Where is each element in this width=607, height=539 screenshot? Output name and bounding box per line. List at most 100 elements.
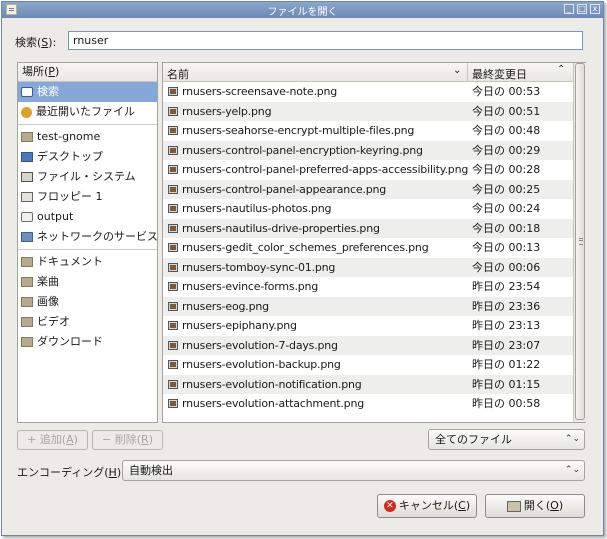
image-file-icon: [168, 126, 178, 135]
place-item-floppy[interactable]: フロッピー 1: [18, 187, 157, 207]
chevron-down-icon[interactable]: ⌄: [453, 65, 461, 76]
file-row[interactable]: rnusers-control-panel-encryption-keyring…: [163, 140, 573, 160]
file-name: rnusers-tomboy-sync-01.png: [182, 260, 336, 274]
folder-icon: [21, 257, 33, 267]
search-label: 検索(S):: [15, 36, 57, 49]
image-file-icon: [168, 379, 178, 389]
file-row[interactable]: rnusers-screensave-note.png 今日の 00:53: [163, 82, 573, 102]
place-item-search[interactable]: 検索: [18, 82, 157, 102]
file-row[interactable]: rnusers-evolution-7-days.png 昨日の 23:07: [163, 335, 573, 355]
file-modified-date: 今日の 00:13: [472, 241, 541, 254]
place-item-output[interactable]: output: [18, 207, 157, 227]
filesystem-icon: [21, 172, 33, 182]
file-row[interactable]: rnusers-evolution-attachment.png 昨日の 00:5…: [163, 394, 573, 414]
place-item-documents[interactable]: ドキュメント: [18, 252, 157, 272]
file-name: rnusers-evolution-attachment.png: [182, 397, 364, 410]
vertical-scrollbar[interactable]: [573, 63, 586, 422]
file-modified-date: 今日の 00:28: [472, 163, 541, 176]
place-item-videos[interactable]: ビデオ: [18, 312, 157, 332]
image-file-icon: [168, 282, 178, 291]
folder-icon: [21, 317, 33, 327]
recent-icon: [21, 106, 32, 118]
file-row[interactable]: rnusers-eog.png 昨日の 23:36: [163, 296, 573, 316]
encoding-label: エンコーディング(H):: [17, 466, 125, 479]
image-file-icon: [168, 360, 178, 369]
search-icon: [21, 87, 33, 97]
image-file-icon: [168, 145, 178, 155]
home-folder-icon: [21, 132, 33, 142]
encoding-select[interactable]: 自動検出 ⌃⌄: [122, 460, 585, 481]
file-row[interactable]: rnusers-gedit_color_schemes_preferences.…: [163, 238, 573, 258]
file-name: rnusers-seahorse-encrypt-multiple-files.…: [182, 124, 415, 137]
file-name: rnusers-screensave-note.png: [182, 85, 338, 98]
file-name: rnusers-evolution-notification.png: [182, 377, 362, 391]
file-modified-date: 今日の 00:25: [472, 182, 541, 196]
column-divider[interactable]: [467, 63, 468, 81]
file-modified-date: 今日の 00:18: [472, 221, 541, 235]
file-modified-date: 今日の 00:24: [472, 202, 541, 215]
close-button[interactable]: x: [590, 4, 600, 14]
file-name: rnusers-evince-forms.png: [182, 280, 319, 293]
image-file-icon: [168, 340, 178, 350]
image-file-icon: [168, 321, 178, 330]
sort-ascending-icon: ⌃: [557, 64, 566, 75]
folder-icon: [21, 337, 33, 347]
file-row[interactable]: rnusers-evolution-notification.png 昨日の 01…: [163, 374, 573, 394]
places-header[interactable]: 場所(P): [18, 63, 157, 82]
file-row[interactable]: rnusers-epiphany.png 昨日の 23:13: [163, 316, 573, 336]
place-item-music[interactable]: 楽曲: [18, 272, 157, 292]
file-name: rnusers-gedit_color_schemes_preferences.…: [182, 241, 429, 254]
place-item-downloads[interactable]: ダウンロード: [18, 332, 157, 352]
places-separator: [18, 249, 157, 250]
file-type-filter[interactable]: 全てのファイル ⌃⌄: [428, 429, 585, 450]
file-modified-date: 昨日の 23:36: [472, 299, 541, 313]
place-item-recent[interactable]: 最近開いたファイル: [18, 102, 157, 122]
maximize-button[interactable]: □: [577, 4, 587, 14]
file-name: rnusers-evolution-backup.png: [182, 358, 341, 371]
file-row[interactable]: rnusers-tomboy-sync-01.png 今日の 00:06: [163, 257, 573, 277]
file-row[interactable]: rnusers-control-panel-appearance.png 今日の …: [163, 179, 573, 199]
scrollbar-thumb[interactable]: [575, 63, 585, 420]
column-header-modified[interactable]: 最終変更日: [472, 66, 527, 82]
file-name: rnusers-nautilus-drive-properties.png: [182, 221, 380, 235]
image-file-icon: [168, 184, 178, 194]
column-header-name[interactable]: 名前: [167, 66, 189, 82]
folder-icon: [21, 277, 33, 287]
cancel-icon: ✕: [383, 500, 396, 512]
file-row[interactable]: rnusers-seahorse-encrypt-multiple-files.…: [163, 121, 573, 141]
file-list: 名前 ⌄ 最終変更日 ⌃ rnusers-screensave-note.png…: [162, 62, 586, 423]
open-button[interactable]: 開く(O): [485, 494, 585, 518]
file-row[interactable]: rnusers-evince-forms.png 昨日の 23:54: [163, 277, 573, 297]
image-file-icon: [168, 399, 178, 408]
file-row[interactable]: rnusers-yelp.png 今日の 00:51: [163, 101, 573, 121]
file-row[interactable]: rnusers-nautilus-drive-properties.png 今日の…: [163, 218, 573, 238]
place-item-home[interactable]: test-gnome: [18, 127, 157, 147]
place-item-desktop[interactable]: デスクトップ: [18, 147, 157, 167]
file-name: rnusers-control-panel-appearance.png: [182, 182, 387, 196]
open-folder-icon: [506, 500, 521, 512]
remove-bookmark-button[interactable]: − 削除(R): [92, 430, 163, 450]
cancel-button[interactable]: ✕ キャンセル(C): [377, 494, 477, 518]
image-file-icon: [168, 204, 178, 213]
network-icon: [21, 232, 33, 242]
place-item-filesystem[interactable]: ファイル・システム: [18, 167, 157, 187]
file-name: rnusers-nautilus-photos.png: [182, 202, 332, 215]
file-modified-date: 今日の 00:51: [472, 104, 541, 118]
file-row[interactable]: rnusers-control-panel-preferred-apps-acc…: [163, 160, 573, 180]
title-bar[interactable]: ファイルを開く _ □ x: [2, 2, 603, 18]
image-file-icon: [168, 165, 178, 174]
place-item-pictures[interactable]: 画像: [18, 292, 157, 312]
file-open-dialog: ファイルを開く _ □ x 検索(S): rnuser 場所(P) 検索 最近開…: [1, 1, 604, 536]
file-row[interactable]: rnusers-nautilus-photos.png 今日の 00:24: [163, 199, 573, 219]
image-file-icon: [168, 243, 178, 252]
place-item-network[interactable]: ネットワークのサービス: [18, 227, 158, 247]
file-row[interactable]: rnusers-evolution-backup.png 昨日の 01:22: [163, 355, 573, 375]
file-name: rnusers-epiphany.png: [182, 319, 297, 332]
file-name: rnusers-control-panel-encryption-keyring…: [182, 143, 423, 157]
folder-icon: [21, 297, 33, 307]
add-bookmark-button[interactable]: + 追加(A): [17, 430, 88, 450]
search-input[interactable]: rnuser: [68, 31, 583, 50]
minimize-button[interactable]: _: [564, 4, 574, 14]
updown-arrow-icon: ⌃⌄: [564, 465, 580, 475]
file-modified-date: 今日の 00:06: [472, 260, 541, 274]
